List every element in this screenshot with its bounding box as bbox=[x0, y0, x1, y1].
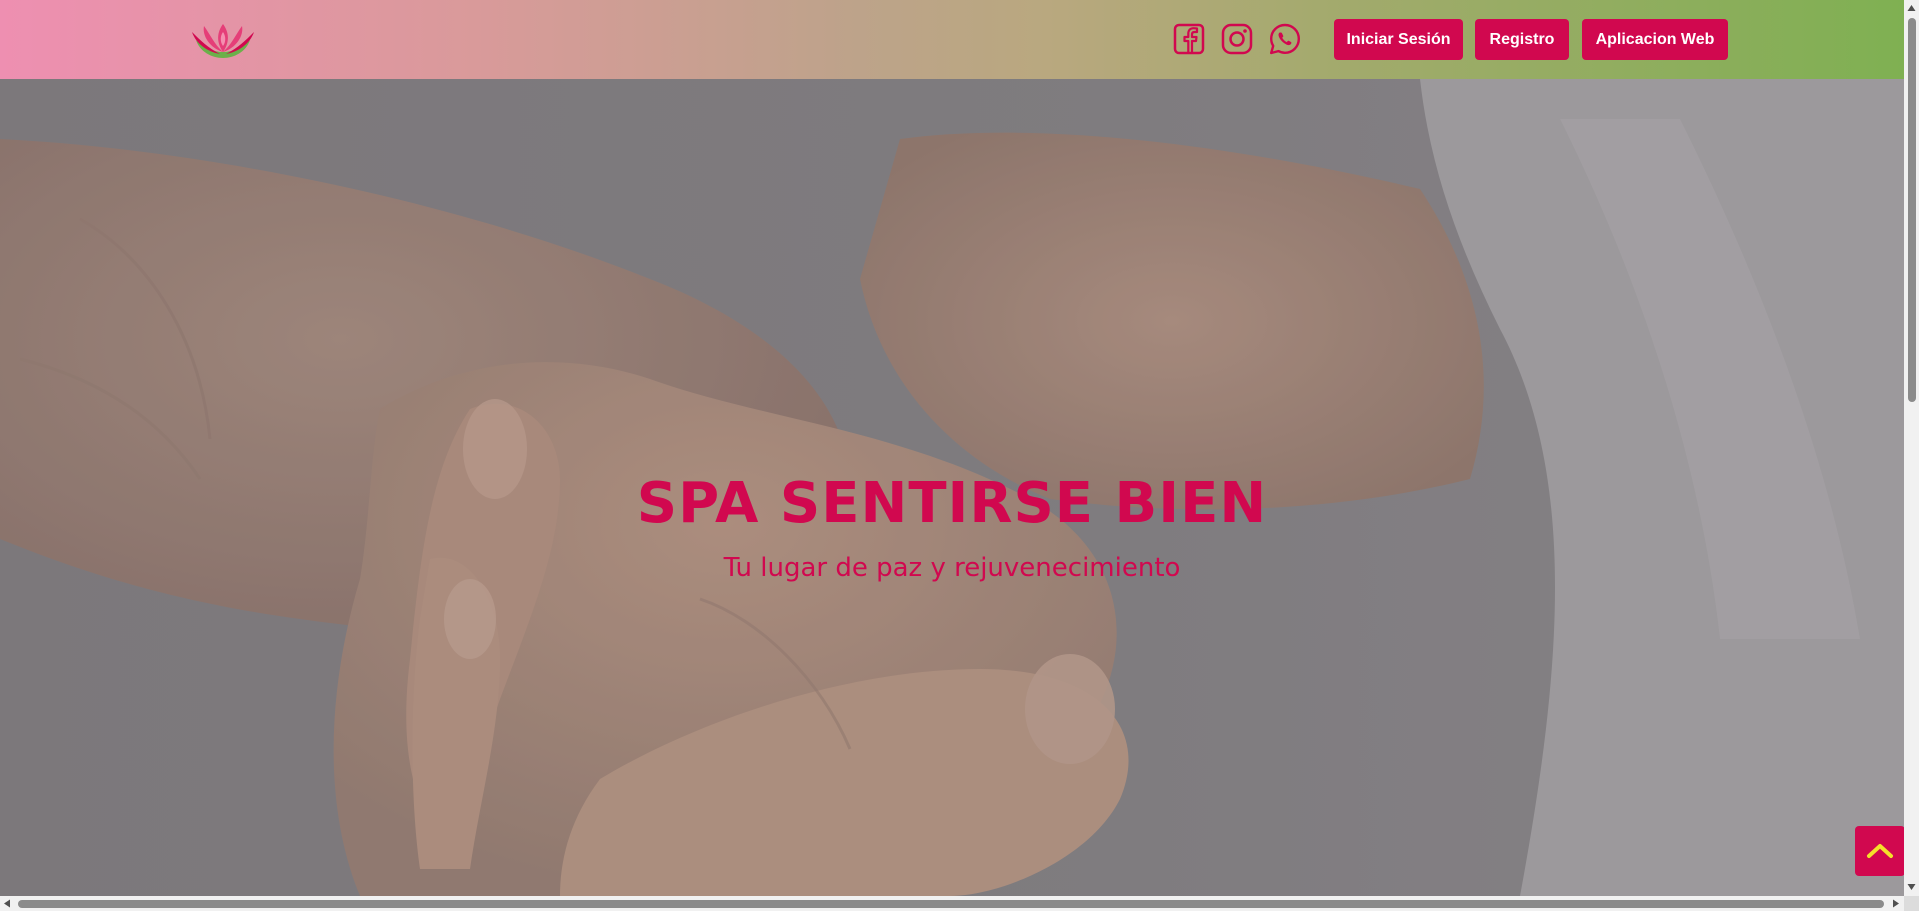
hero-section: SPA SENTIRSE BIEN Tu lugar de paz y reju… bbox=[0, 79, 1904, 896]
scroll-top-button[interactable] bbox=[1855, 826, 1905, 876]
vertical-scroll-thumb[interactable] bbox=[1908, 18, 1916, 402]
facebook-icon[interactable] bbox=[1172, 22, 1206, 56]
hero-title: SPA SENTIRSE BIEN bbox=[636, 471, 1268, 536]
chevron-up-icon bbox=[1867, 844, 1893, 858]
web-app-button[interactable]: Aplicacion Web bbox=[1582, 19, 1728, 60]
whatsapp-icon[interactable] bbox=[1268, 22, 1302, 56]
scroll-down-arrow-icon[interactable] bbox=[1907, 883, 1916, 891]
scrollbar-corner bbox=[1904, 896, 1919, 911]
instagram-icon[interactable] bbox=[1220, 22, 1254, 56]
scroll-left-arrow-icon[interactable] bbox=[3, 899, 11, 908]
horizontal-scrollbar[interactable] bbox=[0, 896, 1904, 911]
page: Iniciar Sesión Registro Aplicacion Web S… bbox=[0, 0, 1919, 911]
vertical-scrollbar[interactable] bbox=[1904, 0, 1919, 896]
lotus-logo-icon[interactable] bbox=[190, 18, 256, 60]
register-button[interactable]: Registro bbox=[1475, 19, 1569, 60]
scroll-up-arrow-icon[interactable] bbox=[1907, 4, 1916, 12]
navbar: Iniciar Sesión Registro Aplicacion Web bbox=[0, 0, 1904, 79]
horizontal-scroll-thumb[interactable] bbox=[18, 900, 1884, 908]
hero-subtitle: Tu lugar de paz y rejuvenecimiento bbox=[723, 553, 1181, 583]
login-button[interactable]: Iniciar Sesión bbox=[1334, 19, 1463, 60]
scroll-right-arrow-icon[interactable] bbox=[1892, 899, 1900, 908]
